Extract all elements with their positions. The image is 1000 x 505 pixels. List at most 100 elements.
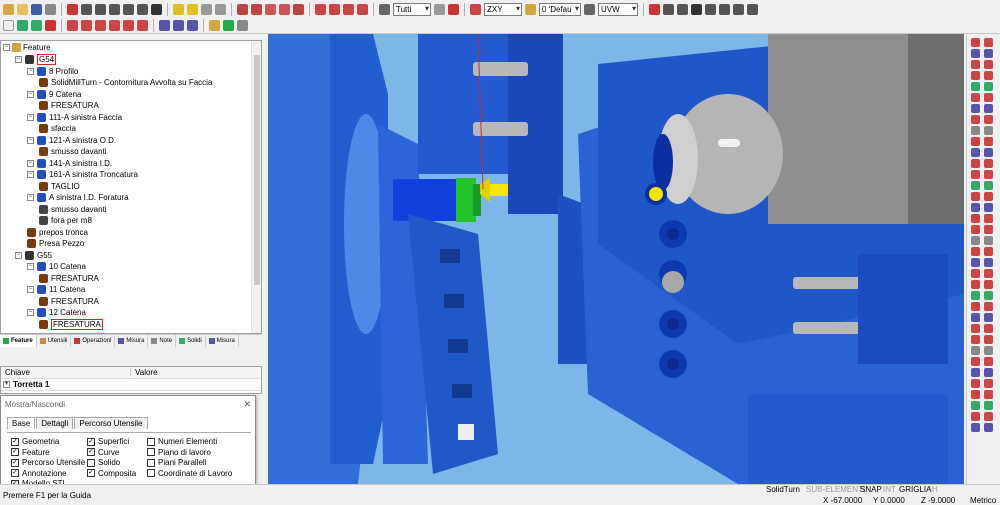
tool-button-icon[interactable]	[971, 93, 980, 102]
tree-item[interactable]: SolidMillTurn - Contornitura Avvolta su …	[39, 77, 212, 88]
tab-operazioni[interactable]: Operazioni	[71, 335, 116, 347]
tree-item[interactable]: − 11 Catena	[27, 284, 85, 295]
collapse-icon[interactable]: −	[27, 263, 34, 270]
checkbox[interactable]: ✓	[87, 448, 95, 456]
tool-button-icon[interactable]	[984, 126, 993, 135]
tool-button-icon[interactable]	[984, 214, 993, 223]
tool-button-icon[interactable]	[971, 71, 980, 80]
tab-dettagli[interactable]: Dettagli	[36, 417, 74, 429]
tool-button-icon[interactable]	[971, 302, 980, 311]
zoom-fit-icon[interactable]	[123, 4, 134, 15]
rect-icon[interactable]	[137, 20, 148, 31]
tool-button-icon[interactable]	[971, 236, 980, 245]
draw-icon[interactable]	[315, 4, 326, 15]
dim-icon[interactable]	[159, 20, 170, 31]
tree-item[interactable]: − 111-A sinistra Faccia	[27, 112, 122, 123]
camera-icon[interactable]	[448, 4, 459, 15]
coord-system-dropdown[interactable]: UVW	[598, 3, 638, 16]
tool-button-icon[interactable]	[971, 313, 980, 322]
tree-item[interactable]: smusso davanti	[39, 204, 107, 215]
checkbox-option[interactable]: ✓ Annotazione	[11, 469, 66, 478]
plane-dropdown[interactable]: ZXY	[484, 3, 522, 16]
collapse-icon[interactable]: −	[27, 286, 34, 293]
tree-item[interactable]: − 121-A sinistra O.D.	[27, 135, 116, 146]
tool-button-icon[interactable]	[984, 291, 993, 300]
tool-button-icon[interactable]	[971, 60, 980, 69]
undo-icon[interactable]	[17, 20, 28, 31]
tree-item[interactable]: − G54	[15, 54, 57, 65]
tool-button-icon[interactable]	[971, 335, 980, 344]
close-icon[interactable]: ✕	[243, 399, 251, 410]
tab-utensili[interactable]: Utensili	[37, 335, 72, 347]
tool-button-icon[interactable]	[984, 401, 993, 410]
tool-button-icon[interactable]	[971, 225, 980, 234]
tool-button-icon[interactable]	[984, 93, 993, 102]
zoom-in-icon[interactable]	[95, 4, 106, 15]
checkbox[interactable]	[147, 437, 155, 446]
tool-button-icon[interactable]	[984, 335, 993, 344]
tool-button-icon[interactable]	[971, 137, 980, 146]
tool-button-icon[interactable]	[971, 401, 980, 410]
checkbox[interactable]	[87, 458, 95, 467]
tool-button-icon[interactable]	[971, 181, 980, 190]
delete-icon[interactable]	[45, 20, 56, 31]
tool-button-icon[interactable]	[984, 71, 993, 80]
tree-item[interactable]: FRESATURA	[39, 100, 99, 111]
tab-feature[interactable]: Feature	[0, 335, 37, 347]
collapse-icon[interactable]: −	[27, 159, 34, 167]
tool-button-icon[interactable]	[984, 313, 993, 322]
select-arrow-icon[interactable]	[379, 4, 390, 15]
status-snap[interactable]: SNAP	[860, 485, 882, 494]
tool-button-icon[interactable]	[984, 346, 993, 355]
checkbox-option[interactable]: ✓ Geometria	[11, 437, 59, 446]
collapse-icon[interactable]: −	[27, 67, 34, 75]
tool-button-icon[interactable]	[984, 60, 993, 69]
checkbox-option[interactable]: Piani Paralleli	[147, 458, 206, 467]
tool-button-icon[interactable]	[971, 148, 980, 157]
tool-button-icon[interactable]	[971, 346, 980, 355]
tab-misura[interactable]: Misura	[115, 335, 149, 347]
tree-item[interactable]: prepos tronca	[27, 227, 88, 238]
tool-button-icon[interactable]	[984, 324, 993, 333]
checkbox[interactable]	[147, 458, 155, 467]
checkbox[interactable]: ✓	[11, 437, 19, 446]
view-icon[interactable]	[293, 4, 304, 15]
tree-root[interactable]: − Feature	[3, 43, 51, 52]
spline-icon[interactable]	[123, 20, 134, 31]
tree-item[interactable]: − 10 Catena	[27, 261, 86, 272]
view-icon[interactable]	[237, 4, 248, 15]
tool-button-icon[interactable]	[984, 104, 993, 113]
tool-button-icon[interactable]	[984, 258, 993, 267]
arc-icon[interactable]	[81, 20, 92, 31]
tool-button-icon[interactable]	[984, 302, 993, 311]
tree-item[interactable]: − G55	[15, 250, 52, 261]
draw-icon[interactable]	[357, 4, 368, 15]
point-icon[interactable]	[109, 20, 120, 31]
circle-icon[interactable]	[95, 20, 106, 31]
checkbox[interactable]: ✓	[11, 448, 19, 456]
open-folder-icon[interactable]	[17, 4, 28, 15]
table-row[interactable]: + Torretta 1	[1, 379, 261, 391]
tree-item[interactable]: − 8 Profilo	[27, 66, 78, 77]
draw-icon[interactable]	[329, 4, 340, 15]
tool-button-icon[interactable]	[984, 368, 993, 377]
tool-button-icon[interactable]	[984, 115, 993, 124]
tool-button-icon[interactable]	[971, 280, 980, 289]
new-icon[interactable]	[3, 20, 14, 31]
status-subelementi[interactable]: SUB-ELEMENTI	[806, 485, 865, 494]
tool-button-icon[interactable]	[971, 170, 980, 179]
plane-icon[interactable]	[470, 4, 481, 15]
tree-item[interactable]: − 9 Catena	[27, 89, 81, 100]
hidden-lines-icon[interactable]	[215, 4, 226, 15]
tree-item[interactable]: − A sinistra I.D. Foratura	[27, 192, 129, 203]
checkbox-option[interactable]: ✓ Curve	[87, 448, 119, 457]
tree-item[interactable]: sfaccia	[39, 123, 76, 134]
checkbox-option[interactable]: Coordinate di Lavoro	[147, 469, 232, 478]
tool-button-icon[interactable]	[971, 49, 980, 58]
tool-button-icon[interactable]	[984, 203, 993, 212]
tool-button-icon[interactable]	[984, 148, 993, 157]
collapse-icon[interactable]: −	[15, 56, 22, 63]
tool-button-icon[interactable]	[971, 214, 980, 223]
tool-button-icon[interactable]	[984, 269, 993, 278]
line-icon[interactable]	[67, 20, 78, 31]
